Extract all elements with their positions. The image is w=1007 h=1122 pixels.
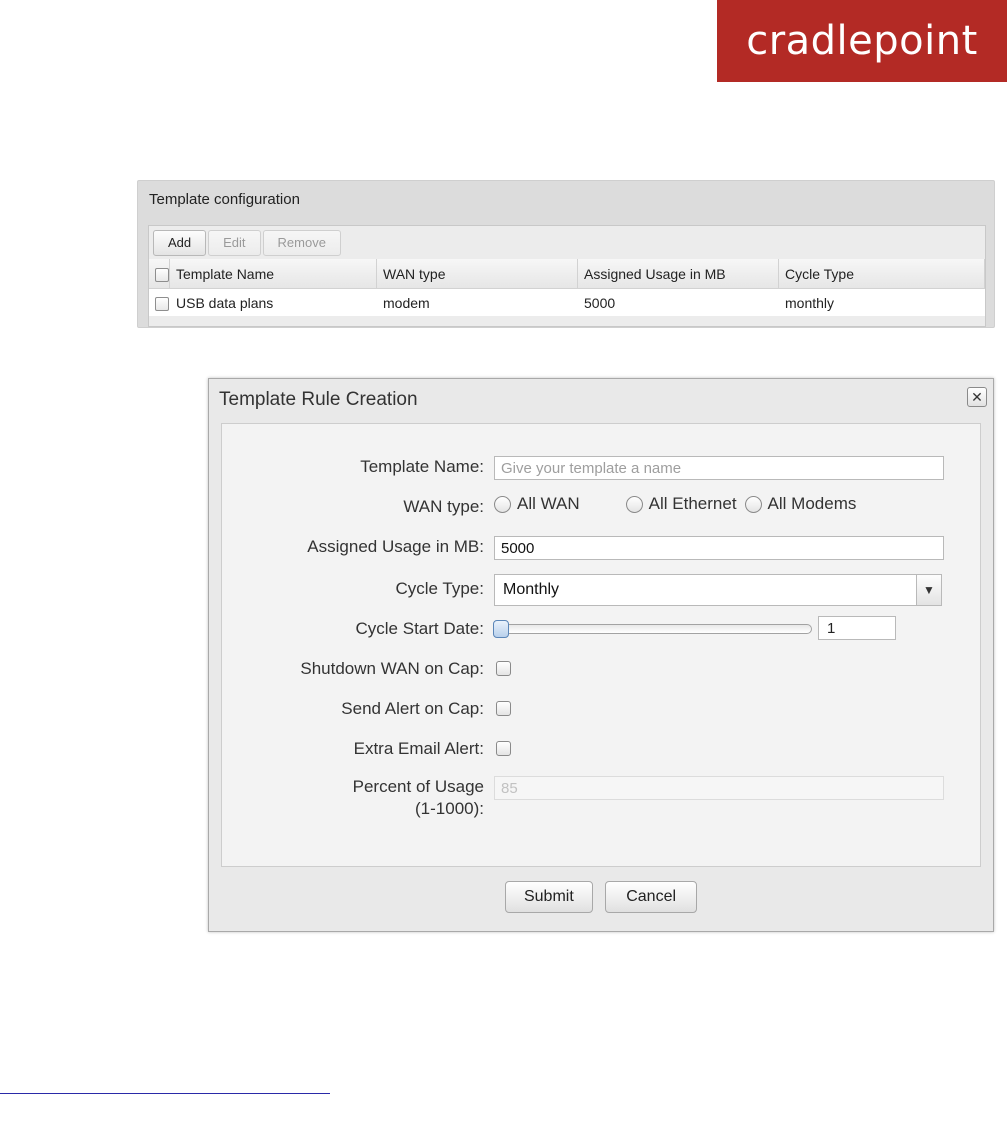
radio-all-wan-label: All WAN bbox=[517, 494, 580, 513]
select-all-checkbox[interactable] bbox=[155, 267, 169, 282]
panel-title: Template configuration bbox=[149, 191, 300, 208]
cell-template-name: USB data plans bbox=[169, 288, 377, 316]
radio-icon bbox=[625, 495, 643, 513]
send-alert-row: Send Alert on Cap: bbox=[222, 694, 980, 724]
column-header-cycle-type[interactable]: Cycle Type bbox=[778, 259, 985, 289]
wan-type-row: WAN type: All WAN All Ethernet All Modem… bbox=[222, 492, 980, 522]
submit-button[interactable]: Submit bbox=[504, 881, 593, 913]
percent-row: Percent of Usage (1-1000): 85 bbox=[222, 772, 980, 828]
row-select-cell bbox=[149, 288, 170, 316]
remove-button[interactable]: Remove bbox=[262, 230, 341, 256]
template-name-row: Template Name: Give your template a name bbox=[222, 452, 980, 482]
cycle-type-field-wrap: Monthly ▼ bbox=[494, 574, 942, 606]
cycle-type-select[interactable]: Monthly ▼ bbox=[494, 574, 942, 606]
template-table: Template Name WAN type Assigned Usage in… bbox=[149, 259, 985, 316]
cycle-start-label: Cycle Start Date: bbox=[355, 619, 485, 638]
percent-label: Percent of Usage (1-1000): bbox=[353, 776, 484, 820]
percent-input[interactable]: 85 bbox=[494, 776, 944, 800]
close-icon[interactable]: ✕ bbox=[967, 387, 987, 407]
send-alert-label: Send Alert on Cap: bbox=[341, 699, 484, 718]
template-name-field-wrap: Give your template a name bbox=[494, 456, 944, 480]
select-all-cell bbox=[149, 259, 170, 289]
dialog-buttons: Submit Cancel bbox=[209, 881, 993, 913]
shutdown-row: Shutdown WAN on Cap: bbox=[222, 654, 980, 684]
radio-all-wan[interactable]: All WAN bbox=[494, 494, 580, 514]
cycle-type-label: Cycle Type: bbox=[395, 579, 484, 598]
cycle-type-row: Cycle Type: Monthly ▼ bbox=[222, 574, 980, 606]
cradlepoint-logo: cradlepoint bbox=[717, 0, 1007, 82]
dialog-form: Template Name: Give your template a name… bbox=[221, 423, 981, 867]
radio-all-modems[interactable]: All Modems bbox=[744, 494, 857, 514]
template-configuration-panel: Template configuration Add Edit Remove T… bbox=[137, 180, 995, 328]
radio-icon bbox=[494, 495, 511, 513]
logo-text: cradlepoint bbox=[746, 18, 978, 64]
row-checkbox[interactable] bbox=[155, 296, 169, 311]
column-header-assigned-usage[interactable]: Assigned Usage in MB bbox=[577, 259, 779, 289]
table-header-row: Template Name WAN type Assigned Usage in… bbox=[149, 259, 985, 289]
template-rule-creation-dialog: Template Rule Creation ✕ Template Name: … bbox=[208, 378, 994, 932]
cell-cycle-type: monthly bbox=[778, 288, 985, 316]
assigned-usage-row: Assigned Usage in MB: 5000 bbox=[222, 532, 980, 562]
cell-wan-type: modem bbox=[376, 288, 578, 316]
radio-all-ethernet-label: All Ethernet bbox=[648, 494, 737, 513]
assigned-usage-input[interactable]: 5000 bbox=[494, 536, 944, 560]
percent-label-line2: (1-1000): bbox=[415, 799, 484, 818]
wan-type-radio-group: All WAN All Ethernet All Modems bbox=[494, 494, 856, 514]
table-row[interactable]: USB data plans modem 5000 monthly bbox=[149, 288, 985, 316]
add-button[interactable]: Add bbox=[153, 230, 207, 256]
assigned-usage-field-wrap: 5000 bbox=[494, 536, 944, 560]
grid-toolbar: Add Edit Remove bbox=[153, 230, 343, 258]
template-name-input[interactable]: Give your template a name bbox=[494, 456, 944, 480]
percent-label-line1: Percent of Usage bbox=[352, 777, 484, 796]
radio-icon bbox=[744, 495, 762, 513]
wan-type-label: WAN type: bbox=[403, 497, 484, 516]
cancel-button[interactable]: Cancel bbox=[605, 881, 698, 913]
percent-field-wrap: 85 bbox=[494, 776, 944, 800]
extra-email-label: Extra Email Alert: bbox=[353, 739, 484, 758]
cycle-start-row: Cycle Start Date: 1 bbox=[222, 614, 980, 644]
extra-email-checkbox[interactable] bbox=[496, 741, 511, 756]
slider-handle[interactable] bbox=[493, 620, 509, 638]
cycle-start-slider[interactable] bbox=[493, 620, 812, 638]
shutdown-checkbox[interactable] bbox=[496, 661, 511, 676]
template-name-label: Template Name: bbox=[360, 457, 484, 476]
cell-assigned-usage: 5000 bbox=[577, 288, 779, 316]
column-header-template-name[interactable]: Template Name bbox=[169, 259, 377, 289]
chevron-down-icon[interactable]: ▼ bbox=[916, 575, 941, 605]
link-underline bbox=[0, 1093, 330, 1094]
send-alert-checkbox[interactable] bbox=[496, 701, 511, 716]
radio-all-ethernet[interactable]: All Ethernet bbox=[625, 494, 737, 514]
cycle-type-selected: Monthly bbox=[503, 581, 560, 598]
radio-all-modems-label: All Modems bbox=[767, 494, 857, 513]
template-grid-container: Add Edit Remove Template Name WAN type A… bbox=[148, 225, 986, 327]
assigned-usage-label: Assigned Usage in MB: bbox=[307, 537, 484, 556]
shutdown-label: Shutdown WAN on Cap: bbox=[300, 659, 484, 678]
column-header-wan-type[interactable]: WAN type bbox=[376, 259, 578, 289]
cycle-start-value-input[interactable]: 1 bbox=[818, 616, 896, 640]
extra-email-row: Extra Email Alert: bbox=[222, 734, 980, 764]
dialog-title: Template Rule Creation bbox=[219, 389, 418, 410]
edit-button[interactable]: Edit bbox=[208, 230, 261, 256]
